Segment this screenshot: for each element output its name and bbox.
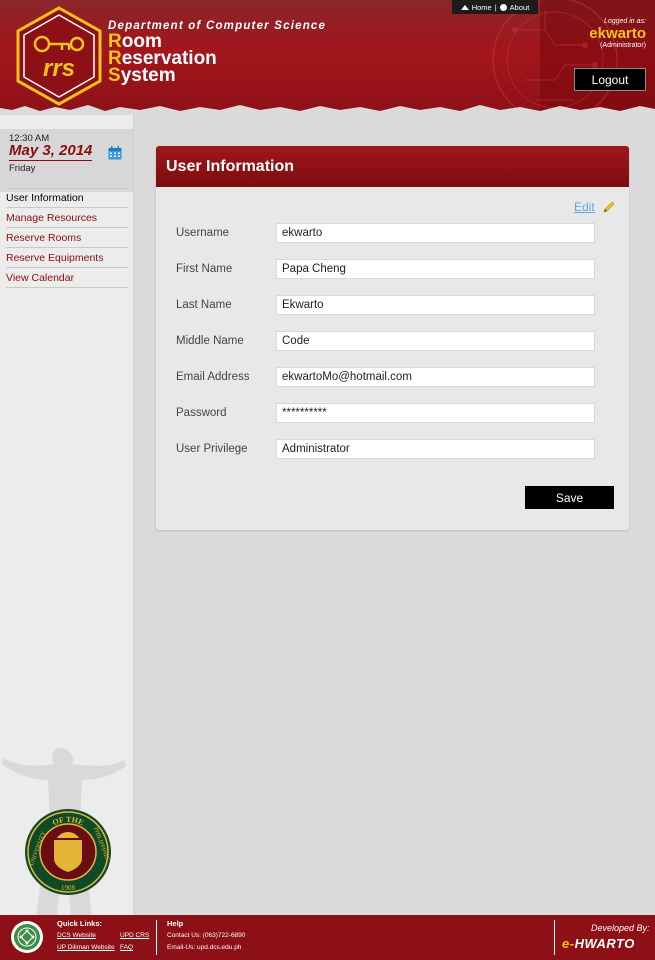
menu-user-information[interactable]: User Information — [6, 188, 128, 208]
developed-by-label: Developed By: — [591, 923, 650, 933]
row-first-name: First Name — [176, 259, 596, 281]
header: rrs Department of Computer Science Room … — [0, 0, 655, 115]
current-day: Friday — [9, 163, 36, 174]
row-middle-name: Middle Name — [176, 331, 596, 353]
nav-separator: | — [494, 2, 497, 12]
email-label: Email Address — [176, 371, 250, 383]
ekwarto-logo: e-HWARTO — [562, 936, 635, 951]
footer-divider — [156, 920, 157, 955]
user-privilege-label: User Privilege — [176, 443, 248, 455]
last-name-field[interactable] — [276, 295, 595, 315]
row-username: Username — [176, 223, 596, 245]
row-last-name: Last Name — [176, 295, 596, 317]
username-field[interactable] — [276, 223, 595, 243]
logged-in-username: ekwarto — [589, 25, 646, 42]
top-nav: Home | About — [452, 0, 538, 14]
network-logo-icon — [11, 921, 43, 953]
sidebar: 12:30 AM May 3, 2014 Friday User Informa… — [0, 115, 134, 915]
current-date: May 3, 2014 — [9, 142, 93, 161]
rrs-logo: rrs — [16, 6, 102, 106]
first-name-field[interactable] — [276, 259, 595, 279]
user-information-panel: User Information Edit Username First Nam… — [156, 146, 629, 530]
password-label: Password — [176, 407, 227, 419]
first-name-label: First Name — [176, 263, 233, 275]
menu-view-calendar[interactable]: View Calendar — [6, 268, 128, 288]
panel-header: User Information — [156, 146, 629, 187]
logged-in-role: (Administrator) — [600, 42, 646, 49]
logged-in-info: Logged in as: ekwarto (Administrator) — [545, 18, 646, 49]
title-initial-3: S — [108, 65, 121, 86]
title-line-3: System — [108, 65, 217, 86]
save-button[interactable]: Save — [525, 486, 614, 509]
footer: Quick Links: DCS Website UPD CRS UP Dili… — [0, 915, 655, 960]
edit-link[interactable]: Edit — [574, 200, 595, 214]
row-password: Password — [176, 403, 596, 425]
middle-name-label: Middle Name — [176, 335, 244, 347]
dcs-website-link[interactable]: DCS Website — [57, 932, 96, 939]
seal-year: 1908 — [61, 884, 76, 892]
footer-divider — [554, 920, 555, 955]
faq-link[interactable]: FAQ — [120, 944, 133, 951]
email-text: Email-Us: upd.dcs.edu.ph — [167, 944, 242, 951]
last-name-label: Last Name — [176, 299, 232, 311]
username-label: Username — [176, 227, 230, 239]
up-seal: OF THE UNIVERSITY PHILIPPINES 1908 — [25, 809, 111, 895]
system-title: Room Reservation System — [108, 32, 217, 86]
logout-button[interactable]: Logout — [574, 68, 646, 91]
middle-name-field[interactable] — [276, 331, 595, 351]
date-box: 12:30 AM May 3, 2014 Friday — [0, 129, 133, 192]
calendar-icon[interactable] — [108, 146, 122, 160]
info-icon — [499, 3, 507, 11]
up-diliman-website-link[interactable]: UP Diliman Website — [57, 944, 115, 951]
logged-in-label: Logged in as: — [603, 18, 646, 25]
user-privilege-field[interactable] — [276, 439, 595, 459]
password-field[interactable] — [276, 403, 595, 423]
pencil-icon[interactable] — [602, 200, 616, 214]
home-icon — [460, 4, 469, 10]
quick-links-title: Quick Links: — [57, 919, 103, 928]
email-field[interactable] — [276, 367, 595, 387]
ekwarto-logo-name: HWARTO — [574, 936, 635, 951]
sidebar-menu: User Information Manage Resources Reserv… — [6, 188, 128, 288]
row-user-privilege: User Privilege — [176, 439, 596, 461]
about-link[interactable]: About — [510, 3, 530, 12]
title-rest-3: ystem — [120, 65, 176, 86]
contact-text: Contact Us: (063)722-6890 — [167, 932, 246, 939]
panel-title: User Information — [166, 157, 295, 175]
row-email: Email Address — [176, 367, 596, 389]
logo-text: rrs — [43, 55, 75, 82]
ekwarto-logo-prefix: e- — [562, 936, 575, 951]
menu-reserve-rooms[interactable]: Reserve Rooms — [6, 228, 128, 248]
menu-manage-resources[interactable]: Manage Resources — [6, 208, 128, 228]
help-title: Help — [167, 919, 184, 928]
home-link[interactable]: Home — [472, 3, 492, 12]
upd-crs-link[interactable]: UPD CRS — [120, 932, 149, 939]
menu-reserve-equipments[interactable]: Reserve Equipments — [6, 248, 128, 268]
